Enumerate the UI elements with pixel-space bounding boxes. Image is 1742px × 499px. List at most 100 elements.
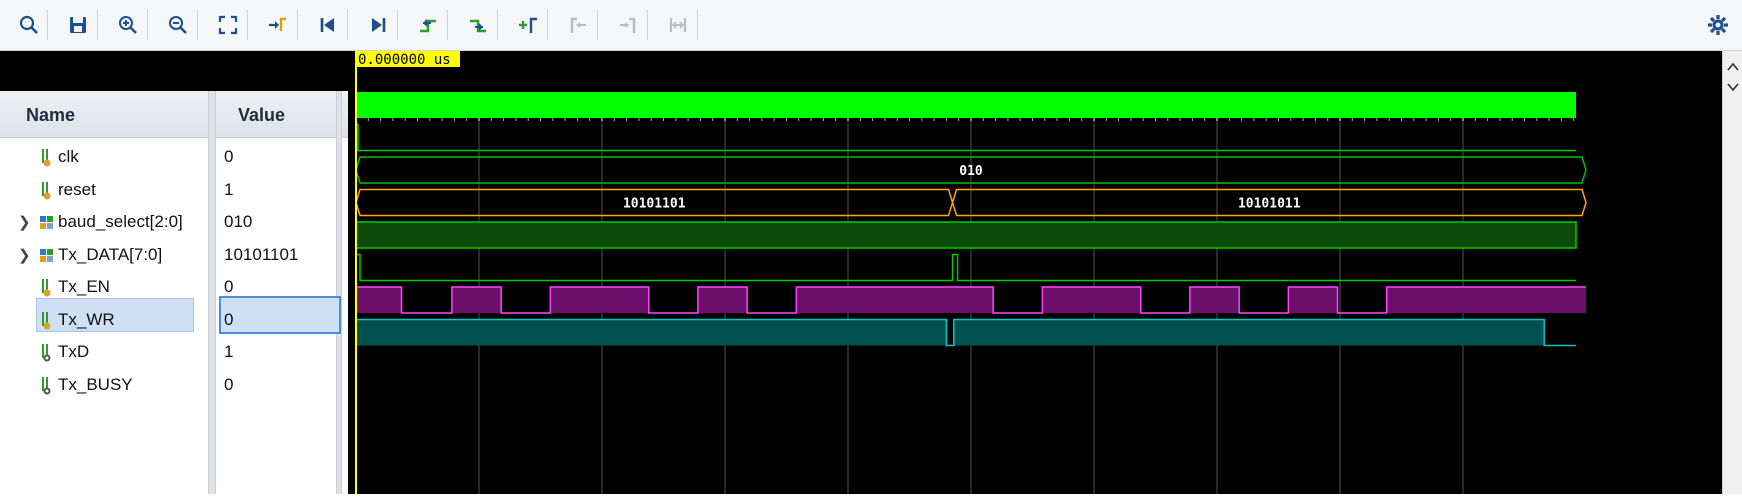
output-signal-icon [38,342,56,362]
reset-trace [355,123,1576,152]
signal-value: 1 [224,179,234,199]
signal-value: 0 [224,374,234,394]
txd-high-segment [451,287,502,313]
waveform-view[interactable]: 0.000000 us 0 us500 us1,000 us1,500 us2,… [348,51,1722,494]
chevron-right-icon[interactable]: ❯ [18,246,31,264]
txd-high-segment [1042,287,1141,313]
add-marker-icon [519,17,537,33]
name-column-header[interactable]: Name [0,91,210,138]
name-column-label: Name [26,105,76,125]
toolbar-separator [297,10,298,40]
value-column-header[interactable]: Value [216,91,348,138]
signal-value: 1 [224,342,234,361]
toolbar-separator [47,10,48,40]
busy-high-segment [953,319,1545,346]
zoom-in-icon [119,16,137,34]
swap-cursors-icon [669,18,687,32]
toolbar-separator [647,10,648,40]
txd-high-segment [1189,287,1240,313]
toolbar-separator [147,10,148,40]
toolbar [0,0,1742,51]
signal-row[interactable]: ❯ baud_select[2:0] 010 [0,204,336,240]
signal-value: 10101101 [224,244,299,264]
txd-high-segment [796,287,994,313]
waveform-canvas[interactable]: 0.000000 us 0 us500 us1,000 us1,500 us2,… [348,51,1722,494]
toolbar-separator [697,10,698,40]
go-to-cursor-button[interactable] [261,8,295,42]
previous-marker-button[interactable] [561,8,595,42]
zoom-in-button[interactable] [111,8,145,42]
scroll-up-icon[interactable] [1723,57,1742,77]
signal-value: 0 [224,147,234,166]
cursor-time-label: 0.000000 us [358,52,451,68]
toolbar-separator [347,10,348,40]
toolbar-separator [97,10,98,40]
go-to-cursor-icon [269,17,286,31]
settings-button[interactable] [1701,8,1735,42]
txd-high-segment [1288,287,1338,313]
signal-row[interactable]: reset 1 [0,172,336,208]
signal-row[interactable]: ❯ Tx_DATA[7:0] 10101101 [0,237,336,273]
zoom-out-button[interactable] [161,8,195,42]
signal-name: Tx_DATA[7:0] [58,244,163,264]
signal-row[interactable]: Tx_WR 0 [0,302,336,338]
signal-row[interactable]: TxD 1 [0,334,336,370]
next-transition-button[interactable] [461,8,495,42]
next-marker-button[interactable] [611,8,645,42]
signal-name: Tx_BUSY [58,374,133,394]
tx-wr-trace [355,253,1576,282]
search-button[interactable] [12,8,46,42]
txd-high-segment [697,287,748,313]
previous-transition-button[interactable] [411,8,445,42]
go-to-last-time-icon [372,18,386,32]
bus-signal-icon [38,245,56,265]
next-transition-icon [470,19,486,33]
bus-signal-icon [38,212,56,232]
output-signal-icon [38,375,56,395]
toolbar-separator [547,10,548,40]
toolbar-separator [247,10,248,40]
toolbar-separator [447,10,448,40]
previous-transition-icon [420,19,436,33]
signal-name: clk [58,147,79,166]
bit-signal-icon [38,277,56,297]
signal-name: reset [58,179,96,199]
bit-signal-icon [38,147,56,167]
signal-name: Tx_WR [58,309,115,329]
zoom-out-icon [169,16,187,34]
signal-name: Tx_EN [58,277,110,296]
toolbar-separator [497,10,498,40]
go-to-time-zero-icon [320,18,334,32]
txd-high-segment [1386,287,1586,313]
chevron-right-icon[interactable]: ❯ [18,213,31,231]
previous-marker-icon [570,17,586,33]
panel-splitter[interactable] [336,91,342,494]
signal-row[interactable]: Tx_EN 0 [0,269,336,305]
swap-cursors-button[interactable] [661,8,695,42]
zoom-fit-icon [218,15,238,35]
signal-row[interactable]: clk 0 [0,139,336,175]
signal-value: 0 [224,309,234,329]
toolbar-separator [597,10,598,40]
bit-signal-icon [38,180,56,200]
gear-icon [1708,15,1728,35]
signal-row[interactable]: Tx_BUSY 0 [0,367,336,403]
txd-high-segment [550,287,649,313]
bus-value-label: 010 [959,164,983,179]
scroll-down-icon[interactable] [1723,77,1742,97]
signal-value: 0 [224,277,234,296]
txd-high-segment [356,287,402,313]
save-button[interactable] [61,8,95,42]
bit-signal-icon [38,310,56,330]
clk-trace [356,92,1576,118]
next-marker-icon [620,17,636,33]
signal-value: 010 [224,212,253,231]
signal-panel-top [0,51,348,91]
vertical-scrollbar[interactable] [1722,51,1742,494]
add-marker-button[interactable] [511,8,545,42]
go-to-last-time-button[interactable] [361,8,395,42]
toolbar-separator [397,10,398,40]
signal-name: baud_select[2:0] [58,212,183,231]
zoom-fit-button[interactable] [211,8,245,42]
go-to-time-zero-button[interactable] [311,8,345,42]
